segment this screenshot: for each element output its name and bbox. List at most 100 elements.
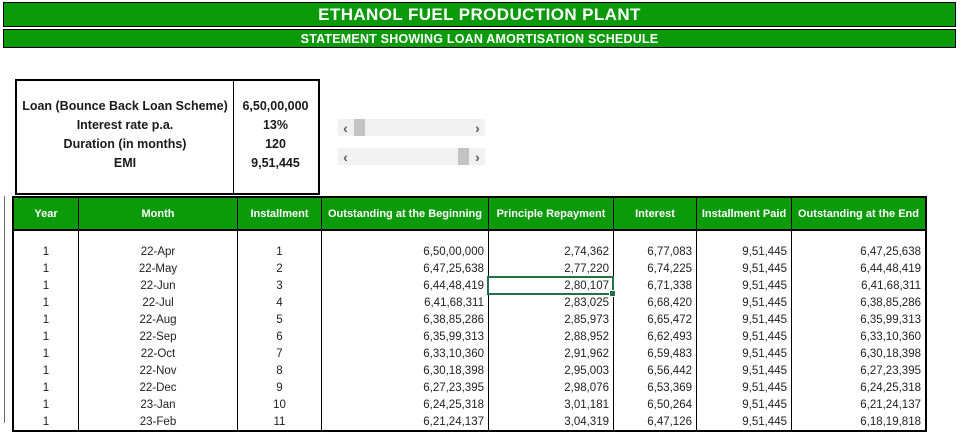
duration-scrollbar-track[interactable] [353,148,470,165]
cell-year[interactable]: 1 [14,243,79,260]
cell-principle-repayment[interactable]: 2,88,952 [489,328,614,345]
cell-year[interactable]: 1 [14,277,79,294]
header-interest[interactable]: Interest [614,198,697,229]
cell-year[interactable]: 1 [14,345,79,362]
header-year[interactable]: Year [14,198,79,229]
cell-month[interactable]: 22-Apr [79,243,238,260]
cell-outstanding-beginning[interactable]: 6,33,10,360 [322,345,489,362]
cell-installment[interactable]: 2 [238,260,322,277]
cell-interest[interactable]: 6,47,126 [614,413,697,430]
interest-rate-scrollbar-track[interactable] [353,119,470,136]
cell-installment-paid[interactable]: 9,51,445 [697,362,792,379]
cell-year[interactable]: 1 [14,294,79,311]
cell-installment[interactable]: 6 [238,328,322,345]
cell-outstanding-beginning[interactable]: 6,38,85,286 [322,311,489,328]
loan-amount-value[interactable]: 6,50,00,000 [233,99,318,113]
cell-principle-repayment[interactable]: 2,98,076 [489,379,614,396]
cell-installment[interactable]: 4 [238,294,322,311]
cell-principle-repayment[interactable]: 2,91,962 [489,345,614,362]
cell-installment-paid[interactable]: 9,51,445 [697,396,792,413]
cell-outstanding-beginning[interactable]: 6,47,25,638 [322,260,489,277]
cell-installment[interactable]: 3 [238,277,322,294]
header-installment-paid[interactable]: Installment Paid [697,198,792,229]
cell-installment-paid[interactable]: 9,51,445 [697,294,792,311]
header-principle-repayment[interactable]: Principle Repayment [489,198,614,229]
duration-value[interactable]: 120 [233,137,318,151]
header-month[interactable]: Month [79,198,238,229]
cell-month[interactable]: 22-May [79,260,238,277]
cell-interest[interactable]: 6,71,338 [614,277,697,294]
cell-principle-repayment[interactable]: 2,83,025 [489,294,614,311]
cell-outstanding-end[interactable]: 6,47,25,638 [792,243,925,260]
cell-outstanding-end[interactable]: 6,21,24,137 [792,396,925,413]
cell-installment-paid[interactable]: 9,51,445 [697,260,792,277]
cell-month[interactable]: 22-Sep [79,328,238,345]
cell-installment[interactable]: 8 [238,362,322,379]
cell-interest[interactable]: 6,68,420 [614,294,697,311]
cell-installment[interactable]: 9 [238,379,322,396]
cell-installment-paid[interactable]: 9,51,445 [697,345,792,362]
cell-outstanding-end[interactable]: 6,30,18,398 [792,345,925,362]
scroll-left-icon[interactable]: ‹ [338,119,353,136]
cell-principle-repayment[interactable]: 3,04,319 [489,413,614,430]
header-outstanding-beginning[interactable]: Outstanding at the Beginning [322,198,489,229]
cell-outstanding-end[interactable]: 6,24,25,318 [792,379,925,396]
cell-year[interactable]: 1 [14,379,79,396]
cell-interest[interactable]: 6,77,083 [614,243,697,260]
cell-outstanding-end[interactable]: 6,35,99,313 [792,311,925,328]
interest-rate-scrollbar[interactable]: ‹ › [338,119,485,136]
cell-month[interactable]: 22-Jul [79,294,238,311]
cell-year[interactable]: 1 [14,328,79,345]
cell-month[interactable]: 22-Dec [79,379,238,396]
cell-installment[interactable]: 7 [238,345,322,362]
cell-interest[interactable]: 6,59,483 [614,345,697,362]
empty-cell[interactable] [14,231,79,243]
header-installment[interactable]: Installment [238,198,322,229]
cell-interest[interactable]: 6,56,442 [614,362,697,379]
cell-outstanding-beginning[interactable]: 6,44,48,419 [322,277,489,294]
cell-year[interactable]: 1 [14,311,79,328]
cell-month[interactable]: 23-Feb [79,413,238,430]
cell-month[interactable]: 22-Jun [79,277,238,294]
duration-scrollbar[interactable]: ‹ › [338,148,485,165]
cell-month[interactable]: 22-Oct [79,345,238,362]
cell-outstanding-beginning[interactable]: 6,24,25,318 [322,396,489,413]
cell-interest[interactable]: 6,50,264 [614,396,697,413]
cell-outstanding-end[interactable]: 6,33,10,360 [792,328,925,345]
scroll-left-icon[interactable]: ‹ [338,148,353,165]
cell-installment-paid[interactable]: 9,51,445 [697,243,792,260]
cell-interest[interactable]: 6,53,369 [614,379,697,396]
cell-outstanding-beginning[interactable]: 6,35,99,313 [322,328,489,345]
cell-interest[interactable]: 6,62,493 [614,328,697,345]
interest-rate-scrollbar-thumb[interactable] [354,119,365,136]
cell-principle-repayment[interactable]: 2,77,220 [489,260,614,277]
cell-outstanding-end[interactable]: 6,38,85,286 [792,294,925,311]
empty-cell[interactable] [489,231,614,243]
cell-principle-repayment[interactable]: 3,01,181 [489,396,614,413]
cell-month[interactable]: 23-Jan [79,396,238,413]
cell-interest[interactable]: 6,74,225 [614,260,697,277]
cell-outstanding-beginning[interactable]: 6,21,24,137 [322,413,489,430]
cell-installment[interactable]: 10 [238,396,322,413]
cell-outstanding-beginning[interactable]: 6,30,18,398 [322,362,489,379]
cell-outstanding-end[interactable]: 6,44,48,419 [792,260,925,277]
cell-month[interactable]: 22-Nov [79,362,238,379]
cell-installment-paid[interactable]: 9,51,445 [697,413,792,430]
cell-installment[interactable]: 1 [238,243,322,260]
cell-interest[interactable]: 6,65,472 [614,311,697,328]
cell-installment-paid[interactable]: 9,51,445 [697,379,792,396]
cell-year[interactable]: 1 [14,413,79,430]
scroll-right-icon[interactable]: › [470,148,485,165]
cell-month[interactable]: 22-Aug [79,311,238,328]
cell-outstanding-beginning[interactable]: 6,41,68,311 [322,294,489,311]
empty-cell[interactable] [322,231,489,243]
cell-outstanding-end[interactable]: 6,27,23,395 [792,362,925,379]
cell-principle-repayment[interactable]: 2,85,973 [489,311,614,328]
scroll-right-icon[interactable]: › [470,119,485,136]
cell-outstanding-beginning[interactable]: 6,50,00,000 [322,243,489,260]
cell-outstanding-beginning[interactable]: 6,27,23,395 [322,379,489,396]
empty-cell[interactable] [79,231,238,243]
empty-cell[interactable] [238,231,322,243]
header-outstanding-end[interactable]: Outstanding at the End [792,198,925,229]
cell-year[interactable]: 1 [14,260,79,277]
